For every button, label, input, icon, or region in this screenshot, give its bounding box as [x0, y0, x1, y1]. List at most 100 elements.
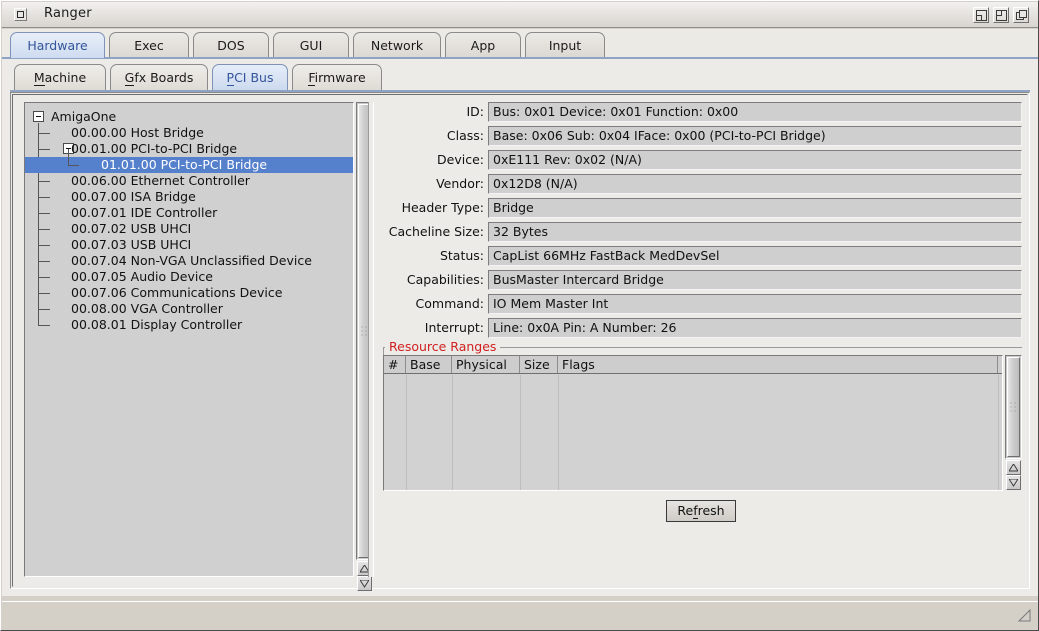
- tree-item[interactable]: 00.06.00 Ethernet Controller: [25, 173, 353, 189]
- tree-connector: [38, 245, 50, 246]
- main-tab-label: Network: [370, 38, 424, 53]
- tree-item-label: 00.07.01 IDE Controller: [71, 205, 218, 220]
- tree-item[interactable]: 00.07.02 USB UHCI: [25, 221, 353, 237]
- tree-scroll-down-button[interactable]: [357, 576, 372, 591]
- table-scrollbar[interactable]: [1005, 355, 1022, 459]
- tree-item[interactable]: 00.07.06 Communications Device: [25, 285, 353, 301]
- detail-value: 0xE111 Rev: 0x02 (N/A): [488, 150, 1022, 170]
- detail-row: Status: CapList 66MHz FastBack MedDevSel: [380, 246, 1022, 266]
- detail-value: Line: 0x0A Pin: A Number: 26: [488, 318, 1022, 338]
- tree-item-label: AmigaOne: [51, 109, 117, 124]
- detail-row: Device: 0xE111 Rev: 0x02 (N/A): [380, 150, 1022, 170]
- detail-value: BusMaster Intercard Bridge: [488, 270, 1022, 290]
- tree-item-label: 00.00.00 Host Bridge: [71, 125, 204, 140]
- sub-tab-firmware[interactable]: Firmware: [292, 64, 382, 90]
- main-tab-strip: Hardware Exec DOS GUI Network App Input: [2, 29, 1038, 59]
- depth-gadget-icon[interactable]: [1013, 7, 1029, 23]
- resource-ranges-label: Resource Ranges: [385, 339, 501, 354]
- tree-item[interactable]: 00.01.00 PCI-to-PCI Bridge: [25, 141, 353, 157]
- tree-item[interactable]: 01.01.00 PCI-to-PCI Bridge: [25, 149, 353, 173]
- sub-tab-accelerator: G: [124, 70, 135, 86]
- tree-item[interactable]: 00.08.00 VGA Controller: [25, 301, 353, 317]
- detail-label: Capabilities:: [406, 272, 484, 287]
- tree-item[interactable]: 00.07.04 Non-VGA Unclassified Device: [25, 253, 353, 269]
- tree-item[interactable]: 00.07.01 IDE Controller: [25, 205, 353, 221]
- tree-connector: [38, 309, 50, 310]
- resize-grip-icon[interactable]: [1018, 609, 1032, 623]
- iconify-gadget-icon[interactable]: [973, 7, 989, 23]
- main-tab-hardware[interactable]: Hardware: [10, 32, 105, 58]
- tree-item[interactable]: 00.00.00 Host Bridge: [25, 125, 353, 141]
- table-column-separator: [998, 375, 999, 490]
- main-tab-label: GUI: [299, 38, 323, 53]
- detail-row: Header Type: Bridge: [380, 198, 1022, 218]
- status-bar: [2, 601, 1038, 630]
- detail-value: Bridge: [488, 198, 1022, 218]
- tree-item-label: 00.08.01 Display Controller: [71, 317, 243, 332]
- main-tab-gui[interactable]: GUI: [273, 32, 349, 58]
- table-column-header[interactable]: Base: [406, 356, 452, 373]
- tree-item[interactable]: 00.07.05 Audio Device: [25, 269, 353, 285]
- tree-connector-vertical: [68, 149, 69, 165]
- refresh-accelerator: f: [693, 503, 698, 519]
- sub-tab-accelerator: P: [226, 70, 235, 86]
- pci-device-tree[interactable]: AmigaOne 00.00.00 Host Bridge 00.01.00 PCI…: [24, 102, 354, 577]
- tree-item-label: 00.07.05 Audio Device: [71, 269, 213, 284]
- sub-tab-machine[interactable]: Machine: [14, 64, 106, 90]
- pci-bus-body: AmigaOne 00.00.00 Host Bridge 00.01.00 PCI…: [10, 92, 1030, 591]
- tree-item[interactable]: 00.08.01 Display Controller: [25, 317, 353, 333]
- refresh-button[interactable]: Refresh: [666, 500, 736, 522]
- tree-item[interactable]: AmigaOne: [25, 109, 353, 125]
- tree-item-label: 00.07.06 Communications Device: [71, 285, 283, 300]
- close-icon[interactable]: [14, 8, 27, 21]
- tree-item[interactable]: 00.07.03 USB UHCI: [25, 237, 353, 253]
- main-tab-network[interactable]: Network: [353, 32, 441, 58]
- main-tab-app[interactable]: App: [445, 32, 521, 58]
- detail-row: Interrupt: Line: 0x0A Pin: A Number: 26: [380, 318, 1022, 338]
- table-column-separator: [520, 375, 521, 490]
- detail-value: CapList 66MHz FastBack MedDevSel: [488, 246, 1022, 266]
- table-column-header[interactable]: Physical: [452, 356, 520, 373]
- main-tab-exec[interactable]: Exec: [109, 32, 189, 58]
- resource-ranges-table[interactable]: # Base Physical Size Flags: [383, 355, 1003, 491]
- sub-tab-gfx-boards[interactable]: Gfx Boards: [110, 64, 208, 90]
- sub-tab-accelerator: M: [33, 70, 45, 86]
- detail-row: ID: Bus: 0x01 Device: 0x01 Function: 0x00: [380, 102, 1022, 122]
- tree-connector: [68, 165, 79, 166]
- tree-item[interactable]: 00.07.00 ISA Bridge: [25, 189, 353, 205]
- main-tab-label: DOS: [217, 38, 245, 53]
- detail-value: IO Mem Master Int: [488, 294, 1022, 314]
- tree-item-label: 00.08.00 VGA Controller: [71, 301, 223, 316]
- table-scroll-down-button[interactable]: [1006, 475, 1021, 490]
- table-column-header[interactable]: Flags: [558, 356, 998, 373]
- group-divider-left: [383, 347, 384, 355]
- tree-item-label: 00.07.00 ISA Bridge: [71, 189, 196, 204]
- tree-connector: [38, 181, 50, 182]
- sub-tab-pci-bus[interactable]: PCI Bus: [212, 64, 288, 90]
- detail-label: Header Type:: [401, 200, 484, 215]
- detail-label: Cacheline Size:: [388, 224, 484, 239]
- hardware-panel: AmigaOne 00.00.00 Host Bridge 00.01.00 PCI…: [2, 57, 1038, 596]
- device-details-pane: ID: Bus: 0x01 Device: 0x01 Function: 0x00…: [380, 102, 1022, 577]
- tree-collapse-icon[interactable]: [33, 111, 44, 122]
- main-tab-dos[interactable]: DOS: [193, 32, 269, 58]
- table-column-header[interactable]: #: [384, 356, 406, 373]
- resize-gadget-icon[interactable]: [993, 7, 1009, 23]
- detail-row: Cacheline Size: 32 Bytes: [380, 222, 1022, 242]
- detail-label: Class:: [446, 128, 484, 143]
- tree-connector: [38, 229, 50, 230]
- table-scrollbar-thumb[interactable]: [1007, 357, 1020, 457]
- tree-connector: [38, 277, 50, 278]
- tree-item-label: 00.01.00 PCI-to-PCI Bridge: [71, 141, 238, 156]
- main-tab-input[interactable]: Input: [525, 32, 605, 58]
- detail-label: Command:: [415, 296, 484, 311]
- table-scroll-up-button[interactable]: [1006, 460, 1021, 475]
- pane-divider[interactable]: [368, 102, 374, 577]
- tree-item-label: 01.01.00 PCI-to-PCI Bridge: [101, 157, 268, 172]
- detail-label: Device:: [437, 152, 484, 167]
- table-column-header[interactable]: Size: [520, 356, 558, 373]
- tree-item-label: 00.07.02 USB UHCI: [71, 221, 192, 236]
- tree-connector: [38, 325, 50, 326]
- main-tab-label: App: [470, 38, 496, 53]
- main-tab-label: Input: [548, 38, 582, 53]
